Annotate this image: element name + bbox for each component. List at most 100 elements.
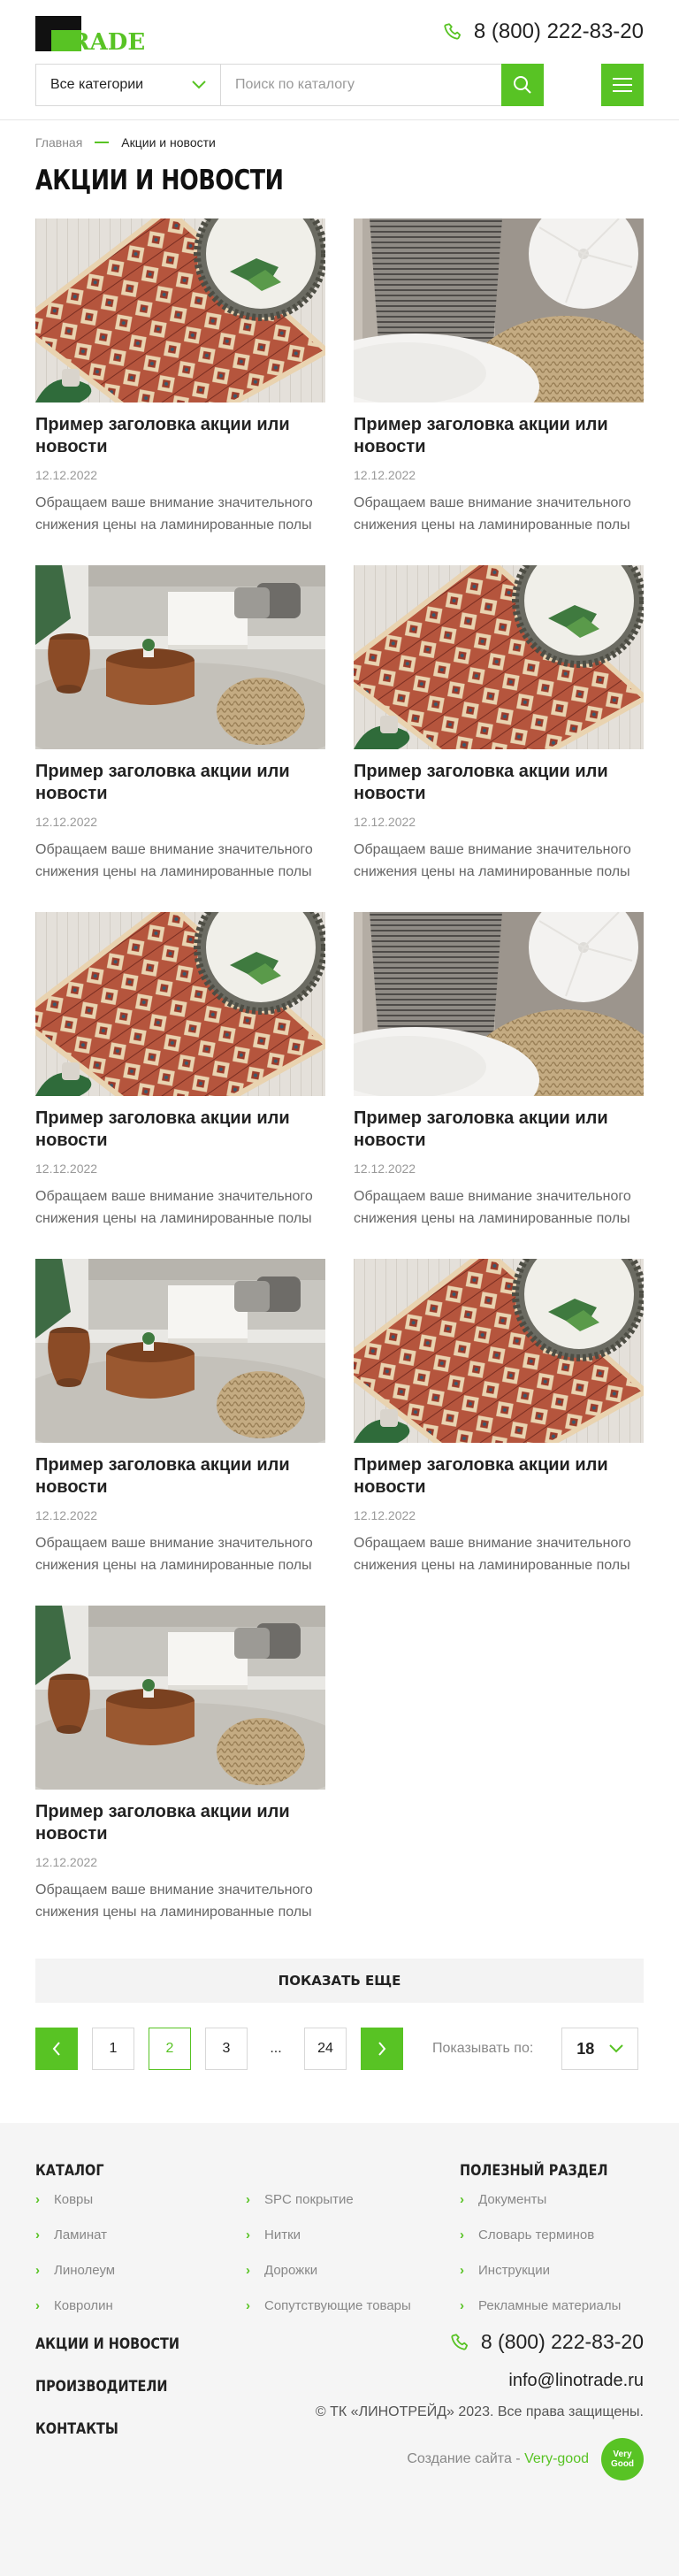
news-card-date: 12.12.2022 bbox=[35, 815, 98, 829]
news-card-title[interactable]: Пример заголовка акции или новости bbox=[35, 1108, 325, 1152]
site-logo[interactable]: RADE bbox=[35, 16, 147, 51]
news-card-image[interactable] bbox=[35, 912, 325, 1096]
news-card-description: Обращаем ваше внимание значительного сни… bbox=[354, 495, 631, 533]
footer-catalog-item[interactable]: › Сопутствующие товары bbox=[246, 2288, 411, 2323]
header-phone-number[interactable]: 8 (800) 222-83-20 bbox=[474, 19, 644, 44]
very-good-logo-icon[interactable]: Very Good bbox=[601, 2438, 644, 2480]
footer-catalog-item[interactable]: › Нитки bbox=[246, 2217, 411, 2252]
footer-catalog-item-label: Ламинат bbox=[54, 2227, 108, 2242]
footer-useful-item[interactable]: › Документы bbox=[460, 2181, 621, 2217]
news-card[interactable]: Пример заголовка акции или новости 12.12… bbox=[354, 218, 644, 565]
news-card-date: 12.12.2022 bbox=[35, 1162, 98, 1176]
footer-useful-item[interactable]: › Словарь терминов bbox=[460, 2217, 621, 2252]
chevron-down-icon bbox=[192, 80, 206, 89]
show-more-button[interactable]: ПОКАЗАТЬ ЕЩЕ bbox=[35, 1959, 644, 2003]
news-card-image[interactable] bbox=[35, 218, 325, 402]
footer-catalog-item-label: Ковролин bbox=[54, 2297, 113, 2313]
search-button[interactable] bbox=[501, 64, 544, 106]
news-card-description: Обращаем ваше внимание значительного сни… bbox=[354, 1189, 631, 1226]
news-card-title[interactable]: Пример заголовка акции или новости bbox=[354, 1108, 644, 1152]
pagination-next-button[interactable] bbox=[361, 2028, 403, 2070]
footer-link-manufacturers[interactable]: ПРОИЗВОДИТЕЛИ bbox=[35, 2378, 167, 2396]
chevron-right-icon bbox=[378, 2042, 386, 2056]
news-card-image[interactable] bbox=[35, 1259, 325, 1443]
site-header: RADE 8 (800) 222-83-20 Все категории bbox=[0, 0, 679, 120]
chevron-right-icon: › bbox=[35, 2297, 40, 2313]
news-card-title[interactable]: Пример заголовка акции или новости bbox=[35, 1454, 325, 1499]
news-card[interactable]: Пример заголовка акции или новости 12.12… bbox=[35, 1259, 325, 1606]
news-card-title[interactable]: Пример заголовка акции или новости bbox=[35, 414, 325, 458]
footer-useful-item[interactable]: › Рекламные материалы bbox=[460, 2288, 621, 2323]
news-card-description: Обращаем ваше внимание значительного сни… bbox=[354, 842, 631, 879]
news-card-image[interactable] bbox=[354, 912, 644, 1096]
news-card[interactable]: Пример заголовка акции или новости 12.12… bbox=[35, 912, 325, 1259]
footer-phone-number[interactable]: 8 (800) 222-83-20 bbox=[481, 2330, 644, 2354]
breadcrumb-separator bbox=[95, 142, 110, 143]
pagination-prev-button[interactable] bbox=[35, 2028, 78, 2070]
news-card-title[interactable]: Пример заголовка акции или новости bbox=[354, 414, 644, 458]
news-card-description: Обращаем ваше внимание значительного сни… bbox=[35, 1536, 313, 1573]
pagination-ellipsis: ... bbox=[262, 2028, 290, 2070]
news-card-image[interactable] bbox=[35, 565, 325, 749]
footer-catalog-heading[interactable]: КАТАЛОГ bbox=[35, 2162, 104, 2180]
sofa-tables-photo bbox=[35, 565, 325, 749]
breadcrumb-home[interactable]: Главная bbox=[35, 135, 82, 150]
sofa-tables-photo bbox=[35, 1606, 325, 1790]
news-card[interactable]: Пример заголовка акции или новости 12.12… bbox=[354, 565, 644, 912]
news-card-title[interactable]: Пример заголовка акции или новости bbox=[354, 761, 644, 805]
news-card-title[interactable]: Пример заголовка акции или новости bbox=[35, 761, 325, 805]
category-select[interactable]: Все категории bbox=[36, 65, 221, 105]
chevron-right-icon: › bbox=[246, 2297, 250, 2313]
footer-catalog-item[interactable]: › SPC покрытие bbox=[246, 2181, 411, 2217]
news-card[interactable]: Пример заголовка акции или новости 12.12… bbox=[35, 565, 325, 912]
news-card[interactable]: Пример заголовка акции или новости 12.12… bbox=[35, 1606, 325, 1952]
page-title: АКЦИИ И НОВОСТИ bbox=[35, 165, 284, 196]
news-card-image[interactable] bbox=[354, 565, 644, 749]
footer-useful-heading[interactable]: ПОЛЕЗНЫЙ РАЗДЕЛ bbox=[460, 2162, 607, 2180]
news-card-title[interactable]: Пример заголовка акции или новости bbox=[354, 1454, 644, 1499]
news-card-date: 12.12.2022 bbox=[354, 815, 416, 829]
sofa-tables-photo bbox=[35, 1259, 325, 1443]
footer-catalog-item[interactable]: › Линолеум bbox=[35, 2252, 115, 2288]
footer-credit[interactable]: Создание сайта - Very-good Very Good bbox=[407, 2438, 644, 2480]
footer-phone[interactable]: 8 (800) 222-83-20 bbox=[451, 2330, 644, 2354]
site-footer: КАТАЛОГ › Ковры › Ламинат › Линолеум › Ковролин… bbox=[0, 2123, 679, 2576]
news-card[interactable]: Пример заголовка акции или новости 12.12… bbox=[354, 1259, 644, 1606]
news-card-date: 12.12.2022 bbox=[354, 1508, 416, 1522]
news-card-image[interactable] bbox=[35, 1606, 325, 1790]
pagination-page[interactable]: 2 bbox=[149, 2028, 191, 2070]
footer-credit-prefix: Создание сайта - bbox=[407, 2451, 525, 2466]
footer-catalog-item[interactable]: › Ковролин bbox=[35, 2288, 115, 2323]
footer-useful-item[interactable]: › Инструкции bbox=[460, 2252, 621, 2288]
news-card-image[interactable] bbox=[354, 1259, 644, 1443]
news-card[interactable]: Пример заголовка акции или новости 12.12… bbox=[35, 218, 325, 565]
footer-email[interactable]: info@linotrade.ru bbox=[508, 2371, 644, 2391]
phone-icon bbox=[444, 23, 461, 40]
pagination-page[interactable]: 24 bbox=[304, 2028, 347, 2070]
footer-catalog-item[interactable]: › Ковры bbox=[35, 2181, 115, 2217]
footer-link-news[interactable]: АКЦИИ И НОВОСТИ bbox=[35, 2335, 179, 2353]
footer-catalog-item[interactable]: › Дорожки bbox=[246, 2252, 411, 2288]
news-card-image[interactable] bbox=[354, 218, 644, 402]
footer-catalog-item[interactable]: › Ламинат bbox=[35, 2217, 115, 2252]
news-card[interactable]: Пример заголовка акции или новости 12.12… bbox=[354, 912, 644, 1259]
news-card-date: 12.12.2022 bbox=[35, 1508, 98, 1522]
per-page-select[interactable]: 18 bbox=[561, 2028, 639, 2070]
pagination-page[interactable]: 1 bbox=[92, 2028, 134, 2070]
menu-button[interactable] bbox=[601, 64, 644, 106]
pagination-page[interactable]: 3 bbox=[205, 2028, 248, 2070]
footer-credit-name[interactable]: Very-good bbox=[524, 2451, 589, 2466]
breadcrumb: Главная Акции и новости bbox=[35, 135, 216, 150]
footer-catalog-item-label: Линолеум bbox=[54, 2262, 116, 2278]
footer-catalog-list-1: › Ковры › Ламинат › Линолеум › Ковролин bbox=[35, 2181, 115, 2323]
header-phone[interactable]: 8 (800) 222-83-20 bbox=[444, 19, 644, 44]
news-card-title[interactable]: Пример заголовка акции или новости bbox=[35, 1801, 325, 1845]
search-input[interactable] bbox=[221, 65, 501, 105]
news-card-description: Обращаем ваше внимание значительного сни… bbox=[35, 495, 313, 533]
chevron-right-icon: › bbox=[35, 2191, 40, 2207]
per-page-value: 18 bbox=[576, 2039, 595, 2058]
chevron-down-icon bbox=[609, 2044, 624, 2053]
chevron-right-icon: › bbox=[246, 2262, 250, 2278]
footer-link-contacts[interactable]: КОНТАКТЫ bbox=[35, 2420, 118, 2438]
news-card-date: 12.12.2022 bbox=[354, 468, 416, 482]
